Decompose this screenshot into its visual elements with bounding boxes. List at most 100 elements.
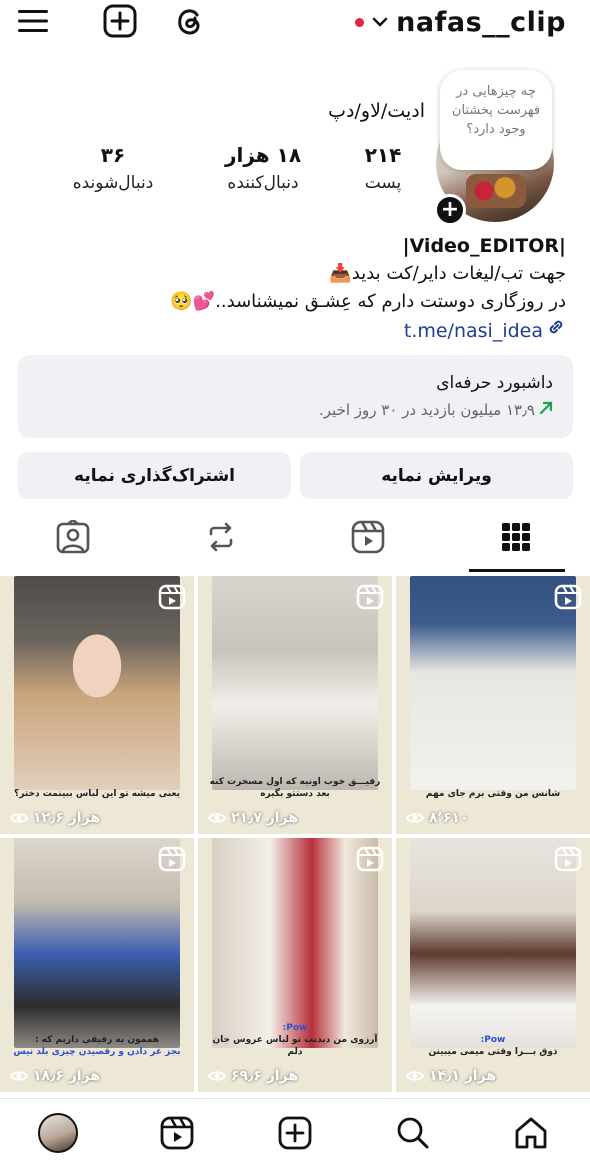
followers-stat[interactable]: ۱۸ هزار دنبال‌کننده xyxy=(208,143,318,193)
tagged-tab[interactable] xyxy=(53,517,93,557)
view-count: ۸٬۶۱۰ xyxy=(406,810,469,826)
post-caption-line: بجز غر دادن و رقصیدن چیزی بلد نیس xyxy=(13,1047,181,1057)
grid-post[interactable]: Pow: آرزوی من دیدنت تو لباس عروس جان دلم … xyxy=(198,838,392,1092)
edit-profile-button[interactable]: ویرایش نمایه xyxy=(300,452,573,499)
bio-line: |Video_EDITOR| xyxy=(402,235,566,257)
post-caption-line: آرزوی من دیدنت تو لباس عروس جان دلم xyxy=(212,1035,378,1057)
stat-value: ۳۶ xyxy=(100,143,126,167)
add-story-icon[interactable]: + xyxy=(434,194,466,226)
stat-value: ۲۱۴ xyxy=(364,143,402,167)
post-caption-line: یعنی میشه تو این لباس ببینمت دختر؟ xyxy=(14,789,180,799)
view-count-text: ۱۲٫۶ هزار xyxy=(33,810,101,826)
view-count: ۲۱٫۷ هزار xyxy=(208,810,298,826)
post-thumbnail xyxy=(410,838,576,1048)
username-switcher[interactable]: nafas__clip xyxy=(355,2,566,42)
stat-label: دنبال‌کننده xyxy=(227,173,299,193)
post-thumbnail xyxy=(410,576,576,790)
post-thumbnail xyxy=(14,576,180,790)
post-caption-line: هممون یه رفیقی داریم که : xyxy=(34,1035,160,1045)
post-thumbnail xyxy=(212,838,378,1048)
threads-icon[interactable] xyxy=(173,4,207,38)
reels-icon[interactable] xyxy=(157,1113,197,1153)
reel-icon xyxy=(158,584,186,610)
share-profile-button[interactable]: اشتراک‌گذاری نمایه xyxy=(18,452,291,499)
grid-post[interactable]: هممون یه رفیقی داریم که : بجز غر دادن و ر… xyxy=(0,838,194,1092)
reel-icon xyxy=(356,584,384,610)
post-caption-line: Pow: xyxy=(282,1023,308,1033)
hamburger-menu-icon[interactable] xyxy=(16,4,50,38)
post-caption: Pow: ذوق بـــرا وقتی میمی میبینن xyxy=(406,1034,580,1058)
post-caption-line: بعد دستتو بگیره xyxy=(260,789,330,799)
eye-icon xyxy=(208,1071,226,1081)
post-caption: یعنی میشه تو این لباس ببینمت دختر؟ xyxy=(10,788,184,800)
view-count: ۱۴٫۱ هزار xyxy=(406,1068,496,1084)
profile-tabs xyxy=(0,505,590,573)
display-name: ادیت/لاو/دپ xyxy=(328,100,425,122)
grid-post[interactable]: رفیـــق خوب اونیه که اول مسخرت کنه بعد دس… xyxy=(198,576,392,834)
grid-post[interactable]: Pow: ذوق بـــرا وقتی میمی میبینن ۱۴٫۱ هزا… xyxy=(396,838,590,1092)
view-count: ۶۹٫۶ هزار xyxy=(208,1068,298,1084)
posts-grid: یعنی میشه تو این لباس ببینمت دختر؟ ۱۲٫۶ … xyxy=(0,576,590,1092)
create-plus-icon[interactable] xyxy=(103,4,137,38)
eye-icon xyxy=(10,1071,28,1081)
link-icon xyxy=(546,316,566,346)
post-thumbnail xyxy=(212,576,378,790)
dashboard-subtitle-text: ۱۳٫۹ میلیون بازدید در ۳۰ روز اخیر. xyxy=(319,401,535,419)
repost-icon xyxy=(209,522,233,552)
reposts-tab[interactable] xyxy=(201,517,241,557)
reel-icon xyxy=(554,846,582,872)
home-icon[interactable] xyxy=(511,1113,551,1153)
grid-post[interactable]: شانس من وقتی برم جای مهم ۸٬۶۱۰ xyxy=(396,576,590,834)
posts-stat[interactable]: ۲۱۴ پست xyxy=(348,143,418,193)
stat-label: دنبال‌شونده xyxy=(72,173,154,193)
following-stat[interactable]: ۳۶ دنبال‌شونده xyxy=(58,143,168,193)
profile-avatar-area[interactable]: چه چیزهایی در فهرست پخشتان وجود دارد؟ + xyxy=(434,64,556,226)
view-count: ۱۸٫۶ هزار xyxy=(10,1068,100,1084)
search-icon[interactable] xyxy=(393,1113,433,1153)
post-caption: هممون یه رفیقی داریم که : بجز غر دادن و ر… xyxy=(10,1034,184,1058)
view-count-text: ۲۱٫۷ هزار xyxy=(231,810,299,826)
reels-tab[interactable] xyxy=(348,517,388,557)
reel-icon xyxy=(554,584,582,610)
post-thumbnail xyxy=(14,838,180,1048)
post-caption: رفیـــق خوب اونیه که اول مسخرت کنه بعد دس… xyxy=(208,776,382,800)
note-bubble[interactable]: چه چیزهایی در فهرست پخشتان وجود دارد؟ xyxy=(440,70,552,170)
stat-value: ۱۸ هزار xyxy=(224,143,302,167)
reels-icon xyxy=(351,520,385,554)
eye-icon xyxy=(208,813,226,823)
view-count-text: ۱۸٫۶ هزار xyxy=(33,1068,101,1084)
bio-link-text[interactable]: t.me/nasi_idea xyxy=(404,316,543,346)
post-caption-line: شانس من وقتی برم جای مهم xyxy=(425,789,561,799)
chevron-down-icon xyxy=(372,13,388,32)
view-count-text: ۶۹٫۶ هزار xyxy=(231,1068,299,1084)
bottom-navigation xyxy=(0,1098,590,1162)
post-caption-line: رفیـــق خوب اونیه که اول مسخرت کنه xyxy=(209,777,381,787)
bio-link[interactable]: t.me/nasi_idea xyxy=(26,316,566,346)
nav-avatar-image xyxy=(38,1113,78,1153)
eye-icon xyxy=(406,1071,424,1081)
reel-icon xyxy=(158,846,186,872)
avatar-photo-detail xyxy=(466,174,526,208)
reel-icon xyxy=(356,846,384,872)
view-count: ۱۲٫۶ هزار xyxy=(10,810,100,826)
eye-icon xyxy=(406,813,424,823)
eye-icon xyxy=(10,813,28,823)
post-caption-line: ذوق بـــرا وقتی میمی میبینن xyxy=(428,1047,558,1057)
grid-tab[interactable] xyxy=(496,517,536,557)
view-count-text: ۱۴٫۱ هزار xyxy=(429,1068,497,1084)
create-icon[interactable] xyxy=(275,1113,315,1153)
post-caption-line: Pow: xyxy=(480,1035,506,1045)
bio-line: در روزگاری دوستت دارم که عِشـق نمیشناسد.… xyxy=(170,291,566,312)
active-tab-indicator xyxy=(469,569,565,572)
grid-post[interactable]: یعنی میشه تو این لباس ببینمت دختر؟ ۱۲٫۶ … xyxy=(0,576,194,834)
tagged-person-icon xyxy=(56,520,90,554)
professional-dashboard[interactable]: داشبورد حرفه‌ای ۱۳٫۹ میلیون بازدید در ۳۰… xyxy=(18,355,573,438)
stat-label: پست xyxy=(364,173,402,193)
username: nafas__clip xyxy=(396,6,566,38)
profile-avatar[interactable] xyxy=(38,1113,78,1153)
notification-dot xyxy=(355,17,365,27)
top-bar: nafas__clip xyxy=(0,0,590,48)
grid-icon xyxy=(502,523,530,551)
post-caption: Pow: آرزوی من دیدنت تو لباس عروس جان دلم xyxy=(208,1022,382,1058)
dashboard-subtitle: ۱۳٫۹ میلیون بازدید در ۳۰ روز اخیر. xyxy=(38,401,553,419)
